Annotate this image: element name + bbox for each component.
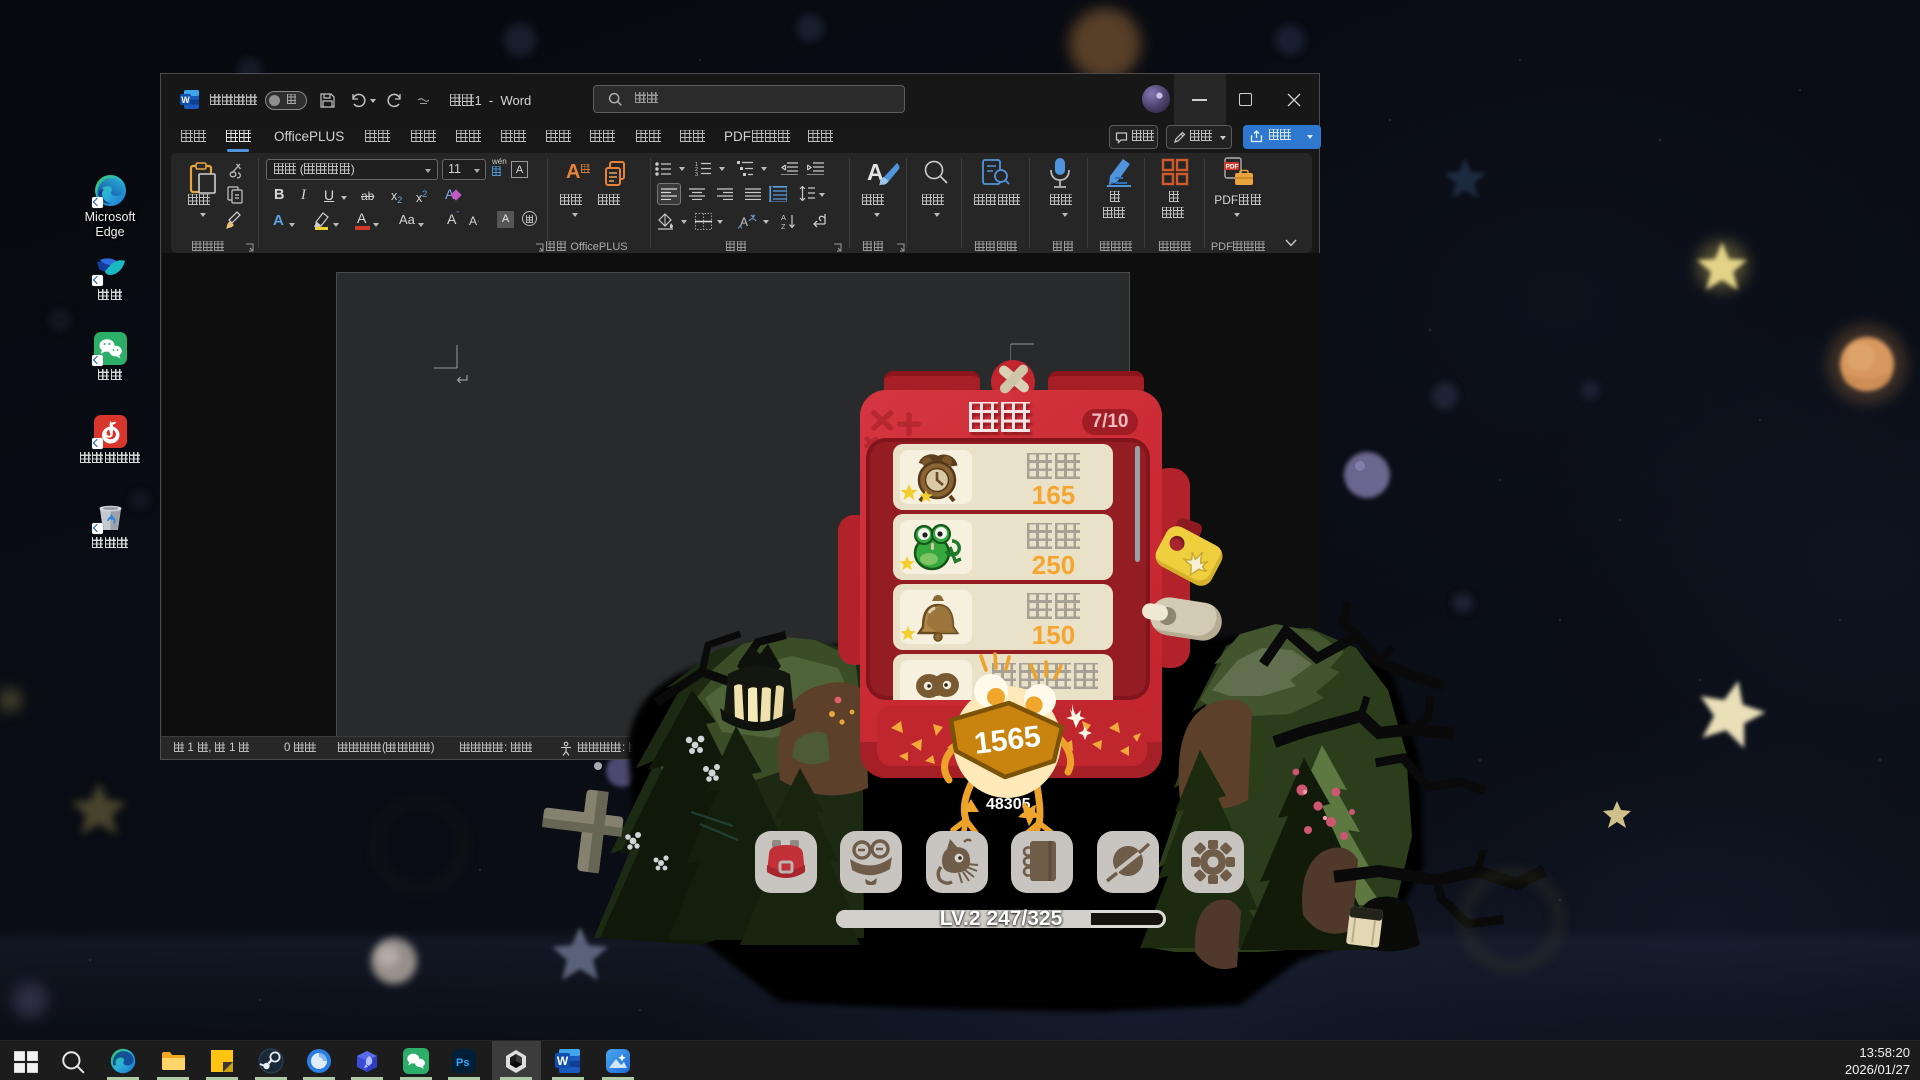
svg-text:W: W xyxy=(557,1054,569,1068)
svg-text:Ps: Ps xyxy=(456,1057,469,1069)
